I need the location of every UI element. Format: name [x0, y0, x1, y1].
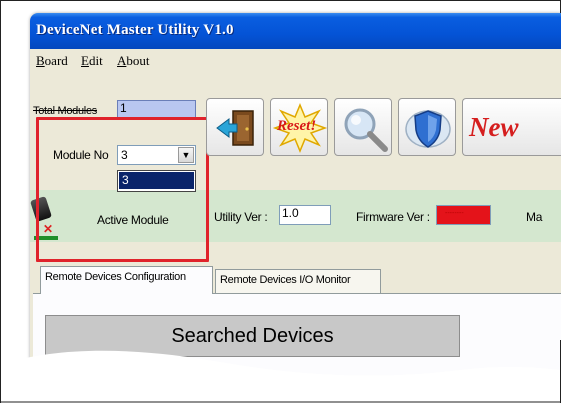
exit-button[interactable] — [206, 98, 264, 156]
tab-remote-devices-configuration[interactable]: Remote Devices Configuration — [40, 266, 213, 294]
firmware-ver-label: Firmware Ver : — [356, 210, 430, 224]
utility-ver-field[interactable]: 1.0 — [279, 205, 331, 225]
new-label: New — [469, 112, 519, 142]
reset-label: Reset! — [277, 118, 317, 134]
torn-edge-overlay — [0, 340, 561, 403]
firmware-ver-field[interactable]: -------- — [436, 205, 491, 225]
total-modules-label: Total Modules — [33, 105, 97, 117]
menu-board[interactable]: Board — [36, 53, 68, 69]
magnifier-icon — [344, 108, 388, 152]
truncated-label: Ma — [526, 210, 543, 224]
tab-remote-devices-io-monitor[interactable]: Remote Devices I/O Monitor — [215, 269, 381, 293]
search-button[interactable] — [334, 98, 392, 156]
reset-button[interactable]: Reset! — [270, 98, 328, 156]
title-bar[interactable]: DeviceNet Master Utility V1.0 — [30, 13, 561, 49]
highlight-rectangle — [36, 117, 209, 262]
menu-about[interactable]: About — [117, 53, 150, 69]
menu-bar: Board Edit About — [30, 49, 561, 71]
shield-icon — [405, 110, 451, 148]
utility-ver-label: Utility Ver : — [214, 210, 268, 224]
new-button[interactable]: New — [462, 98, 561, 156]
exit-door-icon — [216, 110, 254, 146]
window-title: DeviceNet Master Utility V1.0 — [36, 22, 234, 38]
menu-edit[interactable]: Edit — [81, 53, 103, 69]
security-button[interactable] — [398, 98, 456, 156]
